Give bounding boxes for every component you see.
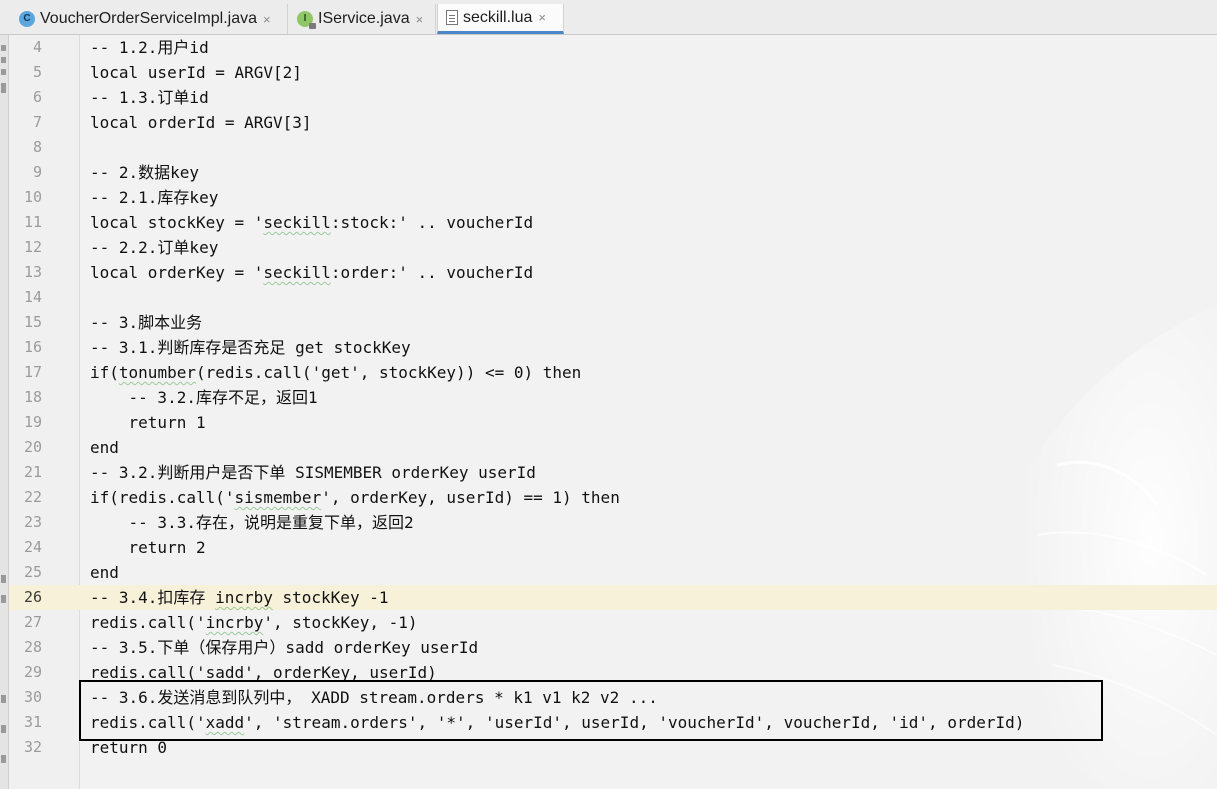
- code-line[interactable]: -- 3.脚本业务: [80, 310, 1217, 335]
- line-number: 10: [23, 188, 42, 206]
- editor-tab-bar: VoucherOrderServiceImpl.java × IService.…: [0, 0, 1217, 35]
- tool-marker: [1, 725, 6, 733]
- code-line[interactable]: redis.call('sadd', orderKey, userId): [80, 660, 1217, 685]
- code-line[interactable]: [80, 285, 1217, 310]
- line-number: 21: [23, 463, 42, 481]
- code-line[interactable]: if(tonumber(redis.call('get', stockKey))…: [80, 360, 1217, 385]
- line-number: 15: [23, 313, 42, 331]
- code-line[interactable]: if(redis.call('sismember', orderKey, use…: [80, 485, 1217, 510]
- lua-file-icon: [446, 10, 458, 25]
- code-line[interactable]: end: [80, 560, 1217, 585]
- code-line[interactable]: -- 3.3.存在，说明是重复下单，返回2: [80, 510, 1217, 535]
- line-number: 17: [23, 363, 42, 381]
- tab-label: VoucherOrderServiceImpl.java: [40, 10, 257, 27]
- tab-voucher-order-service-impl[interactable]: VoucherOrderServiceImpl.java ×: [11, 4, 288, 34]
- tool-marker: [1, 755, 6, 763]
- code-line[interactable]: local stockKey = 'seckill:stock:' .. vou…: [80, 210, 1217, 235]
- line-number: 22: [23, 488, 42, 506]
- code-line[interactable]: -- 2.2.订单key: [80, 235, 1217, 260]
- java-class-icon: [19, 11, 35, 27]
- tool-marker: [1, 695, 6, 703]
- code-line[interactable]: return 2: [80, 535, 1217, 560]
- line-number: 18: [23, 388, 42, 406]
- side-tool-strip[interactable]: [0, 35, 9, 789]
- code-line[interactable]: local orderId = ARGV[3]: [80, 110, 1217, 135]
- tab-iservice[interactable]: IService.java ×: [289, 4, 436, 34]
- code-line[interactable]: -- 3.2.判断用户是否下单 SISMEMBER orderKey userI…: [80, 460, 1217, 485]
- line-number: 19: [23, 413, 42, 431]
- line-number: 25: [23, 563, 42, 581]
- line-number: 31: [23, 713, 42, 731]
- line-number: 8: [32, 138, 42, 156]
- code-line[interactable]: -- 3.2.库存不足，返回1: [80, 385, 1217, 410]
- code-line[interactable]: [80, 135, 1217, 160]
- code-line[interactable]: -- 3.4.扣库存 incrby stockKey -1: [80, 585, 1217, 610]
- line-number: 20: [23, 438, 42, 456]
- line-number: 9: [32, 163, 42, 181]
- code-line[interactable]: redis.call('xadd', 'stream.orders', '*',…: [80, 710, 1217, 735]
- line-number: 13: [23, 263, 42, 281]
- java-interface-icon: [297, 11, 316, 29]
- code-line[interactable]: return 0: [80, 735, 1217, 760]
- code-line[interactable]: end: [80, 435, 1217, 460]
- line-number: 27: [23, 613, 42, 631]
- code-line[interactable]: return 1: [80, 410, 1217, 435]
- line-number-gutter[interactable]: 4 5 6 7 8 9 10 11 12 13 14 15 16 17 18 19 20 21 22 23 24 25 26…: [9, 35, 80, 789]
- close-icon[interactable]: ×: [263, 12, 271, 27]
- code-line[interactable]: -- 3.6.发送消息到队列中， XADD stream.orders * k1…: [80, 685, 1217, 710]
- tool-marker: [1, 45, 6, 51]
- line-number: 12: [23, 238, 42, 256]
- line-number: 29: [23, 663, 42, 681]
- tool-marker: [1, 595, 6, 603]
- tab-label: IService.java: [318, 10, 410, 27]
- close-icon[interactable]: ×: [538, 10, 546, 25]
- line-number: 16: [23, 338, 42, 356]
- line-number: 4: [32, 38, 42, 56]
- code-line[interactable]: -- 2.数据key: [80, 160, 1217, 185]
- close-icon[interactable]: ×: [416, 12, 424, 27]
- line-number: 30: [23, 688, 42, 706]
- line-number: 26: [23, 588, 42, 606]
- tool-marker: [1, 575, 6, 583]
- tool-marker: [1, 83, 6, 93]
- line-number: 5: [32, 63, 42, 81]
- line-number: 32: [23, 738, 42, 756]
- line-number: 11: [23, 213, 42, 231]
- code-line[interactable]: -- 1.2.用户id: [80, 35, 1217, 60]
- code-line[interactable]: -- 3.1.判断库存是否充足 get stockKey: [80, 335, 1217, 360]
- code-line[interactable]: -- 1.3.订单id: [80, 85, 1217, 110]
- code-line[interactable]: redis.call('incrby', stockKey, -1): [80, 610, 1217, 635]
- tool-marker: [1, 57, 6, 63]
- code-line[interactable]: local orderKey = 'seckill:order:' .. vou…: [80, 260, 1217, 285]
- line-number: 6: [32, 88, 42, 106]
- tab-seckill-lua[interactable]: seckill.lua ×: [437, 4, 564, 34]
- tool-marker: [1, 69, 6, 75]
- line-number: 14: [23, 288, 42, 306]
- line-number: 7: [32, 113, 42, 131]
- code-line[interactable]: -- 2.1.库存key: [80, 185, 1217, 210]
- code-line[interactable]: local userId = ARGV[2]: [80, 60, 1217, 85]
- code-editor[interactable]: -- 1.2.用户id local userId = ARGV[2] -- 1.3.…: [80, 35, 1217, 789]
- line-number: 28: [23, 638, 42, 656]
- line-number: 23: [23, 513, 42, 531]
- code-line[interactable]: -- 3.5.下单（保存用户）sadd orderKey userId: [80, 635, 1217, 660]
- tab-label: seckill.lua: [463, 8, 533, 26]
- line-number: 24: [23, 538, 42, 556]
